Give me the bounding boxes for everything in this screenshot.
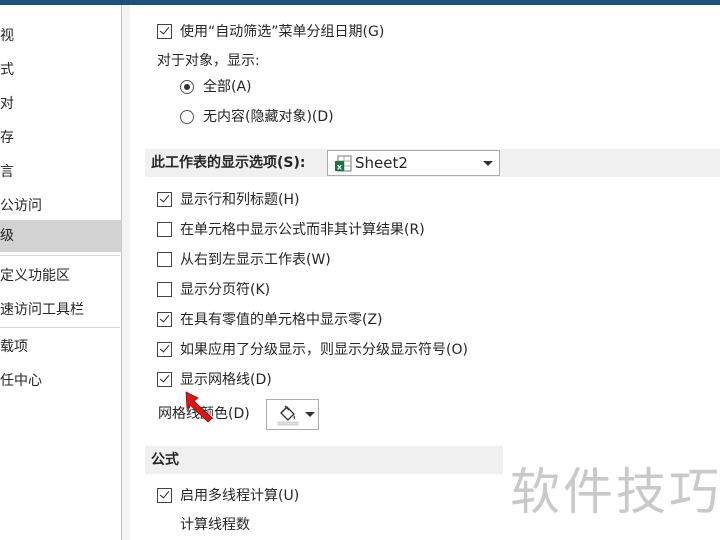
pane-divider: [122, 5, 130, 540]
gridline-color-button[interactable]: [266, 399, 319, 430]
chevron-down-icon: [483, 161, 493, 166]
nav-separator: [0, 255, 120, 256]
outline-symbols-checkbox[interactable]: [157, 342, 172, 357]
show-headers-label: 显示行和列标题(H): [180, 192, 300, 208]
thread-count-label: 计算线程数: [180, 513, 250, 537]
nav-item-label: 任中心: [0, 373, 42, 389]
show-formulas-checkbox[interactable]: [157, 222, 172, 237]
chevron-down-icon: [305, 412, 315, 417]
show-nothing-label: 无内容(隐藏对象)(D): [203, 109, 334, 125]
show-zero-label: 在具有零值的单元格中显示零(Z): [180, 312, 383, 328]
nav-item-label: 载项: [0, 339, 28, 355]
sheet-select-value: Sheet2: [355, 154, 408, 172]
show-all-label: 全部(A): [203, 79, 252, 95]
outline-symbols-label: 如果应用了分级显示，则显示分级显示符号(O): [180, 342, 468, 358]
annotation-arrow-icon: [185, 391, 213, 423]
nav-item-label: 速访问工具栏: [0, 302, 84, 318]
nav-item-customize-ribbon[interactable]: 定义功能区: [0, 260, 120, 292]
show-zero-checkbox[interactable]: [157, 312, 172, 327]
group-dates-label: 使用“自动筛选”菜单分组日期(G): [180, 24, 385, 40]
nav-item-advanced[interactable]: 级: [0, 220, 121, 252]
show-nothing-radio[interactable]: [180, 110, 194, 124]
nav-item-save[interactable]: 存: [0, 122, 120, 154]
for-objects-text: 对于对象，显示:: [157, 53, 260, 69]
nav-item-label: 公访问: [0, 198, 42, 214]
nav-item-label: 言: [0, 164, 14, 180]
nav-separator: [0, 327, 120, 328]
watermark: 软件技巧: [510, 463, 720, 521]
multithread-label: 启用多线程计算(U): [180, 488, 300, 504]
nav-item-label: 对: [0, 96, 14, 112]
group-dates-checkbox[interactable]: [157, 24, 172, 39]
page-breaks-checkbox[interactable]: [157, 282, 172, 297]
formula-section-title: 公式: [151, 452, 179, 468]
svg-text:x: x: [337, 163, 343, 172]
excel-sheet-icon: x: [335, 155, 352, 172]
sheet-select[interactable]: x Sheet2: [327, 150, 500, 176]
show-gridlines-checkbox[interactable]: [157, 372, 172, 387]
formula-section-header: 公式: [145, 446, 503, 474]
nav-item-trust-center[interactable]: 任中心: [0, 365, 120, 397]
for-objects-label: 对于对象，显示:: [157, 49, 260, 73]
nav-item-language[interactable]: 言: [0, 156, 120, 188]
nav-item-label: 式: [0, 62, 14, 78]
worksheet-section-title: 此工作表的显示选项(S):: [151, 155, 306, 171]
paint-bucket-icon: [277, 405, 299, 426]
nav-item-quick-access-toolbar[interactable]: 速访问工具栏: [0, 294, 120, 326]
options-nav-pane: 视 式 对 存 言 公访问 级 定义功能区 速访问工具栏 载项 任中心: [0, 5, 122, 540]
show-headers-checkbox[interactable]: [157, 192, 172, 207]
show-formulas-label: 在单元格中显示公式而非其计算结果(R): [180, 222, 425, 238]
nav-item-view[interactable]: 视: [0, 20, 120, 52]
multithread-checkbox[interactable]: [157, 488, 172, 503]
nav-item-label: 存: [0, 130, 14, 146]
right-to-left-checkbox[interactable]: [157, 252, 172, 267]
right-to-left-label: 从右到左显示工作表(W): [180, 252, 331, 268]
nav-item-label: 定义功能区: [0, 268, 70, 284]
nav-item-proofing[interactable]: 对: [0, 88, 120, 120]
nav-item-accessibility[interactable]: 公访问: [0, 190, 120, 222]
show-all-radio[interactable]: [180, 80, 194, 94]
page-breaks-label: 显示分页符(K): [180, 282, 271, 298]
nav-item-addins[interactable]: 载项: [0, 331, 120, 363]
thread-count-text: 计算线程数: [180, 517, 250, 533]
nav-item-formulas[interactable]: 式: [0, 54, 120, 86]
nav-item-label: 级: [0, 228, 14, 244]
nav-item-label: 视: [0, 28, 14, 44]
